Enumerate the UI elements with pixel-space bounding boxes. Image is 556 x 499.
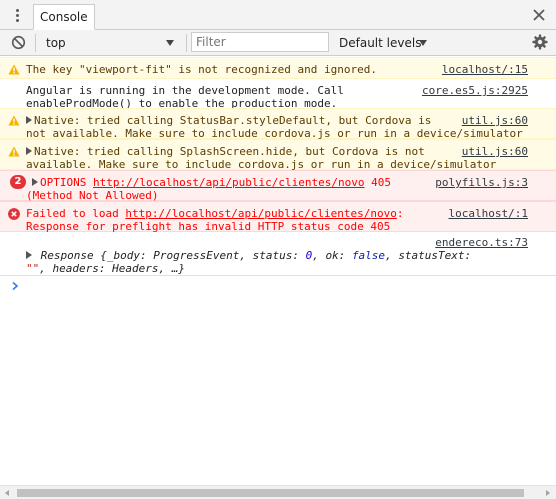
message-line: Native: tried calling SplashScreen.hide,… [34, 145, 425, 158]
chevron-down-icon [419, 40, 427, 46]
drawer-tab-bar: Console [0, 0, 556, 30]
object-value: ProgressEvent [153, 249, 240, 262]
chevron-down-icon [166, 40, 174, 46]
message-source-link[interactable]: util.js:60 [462, 114, 528, 127]
message-prefix: Failed to load [26, 207, 119, 220]
console-message-log[interactable]: endereco.ts:73 Response {_body: Progress… [0, 232, 556, 276]
message-source-link[interactable]: localhost/:15 [442, 63, 528, 76]
console-message-error[interactable]: 2 OPTIONS http://localhost/api/public/cl… [0, 170, 556, 202]
expand-triangle-icon[interactable] [26, 116, 32, 124]
object-key: _body: [106, 249, 147, 262]
object-value: "" [26, 262, 40, 275]
console-toolbar: top Default levels [0, 30, 556, 56]
message-line: Angular is running in the development mo… [26, 84, 344, 97]
expand-triangle-icon[interactable] [26, 147, 32, 155]
message-line: Native: tried calling StatusBar.styleDef… [34, 114, 432, 127]
request-method: OPTIONS [40, 176, 87, 189]
warning-icon [8, 146, 20, 157]
console-message-warning: The key "viewport-fit" is not recognized… [0, 57, 556, 79]
close-icon[interactable] [531, 7, 547, 23]
object-value: false [351, 249, 386, 262]
gear-icon[interactable] [532, 34, 548, 50]
request-url-link[interactable]: http://localhost/api/public/clientes/nov… [93, 176, 365, 189]
toolbar-divider [186, 34, 187, 52]
console-prompt-icon[interactable] [10, 281, 20, 291]
message-source-link[interactable]: core.es5.js:2925 [422, 84, 528, 97]
message-text: Native: tried calling SplashScreen.hide,… [26, 145, 530, 171]
message-source-link[interactable]: polyfills.js:3 [435, 176, 528, 189]
message-suffix: : [396, 207, 404, 220]
status-code: 405 [371, 176, 392, 189]
object-key: headers: [52, 262, 106, 275]
log-levels-label: Default levels [339, 36, 422, 50]
log-levels-dropdown[interactable]: Default levels [339, 33, 435, 53]
scrollbar-thumb[interactable] [17, 489, 524, 497]
horizontal-scrollbar[interactable] [0, 485, 556, 499]
expand-triangle-icon[interactable] [26, 251, 32, 259]
message-source-link[interactable]: localhost/:1 [449, 207, 528, 220]
console-message-info: Angular is running in the development mo… [0, 79, 556, 110]
expand-triangle-icon[interactable] [32, 178, 38, 186]
toolbar-divider [35, 34, 36, 52]
request-url-link[interactable]: http://localhost/api/public/clientes/nov… [125, 207, 397, 220]
console-message-warning[interactable]: Native: tried calling SplashScreen.hide,… [0, 139, 556, 171]
filter-input[interactable] [191, 32, 329, 52]
object-key: statusText: [398, 249, 472, 262]
context-label: top [46, 36, 66, 50]
message-text: Native: tried calling StatusBar.styleDef… [26, 114, 530, 140]
object-key: ok: [325, 249, 346, 262]
warning-icon [8, 64, 20, 75]
console-message-warning[interactable]: Native: tried calling StatusBar.styleDef… [0, 108, 556, 140]
object-class: Response [40, 249, 94, 262]
tab-console[interactable]: Console [33, 4, 95, 30]
object-preview: Response {_body: ProgressEvent, status: … [26, 249, 472, 275]
message-source-link[interactable]: util.js:60 [462, 145, 528, 158]
repeat-count-badge: 2 [10, 175, 26, 189]
object-value: Headers [112, 262, 159, 275]
more-options-icon[interactable] [10, 7, 26, 23]
object-ellipsis: …} [171, 262, 185, 275]
clear-console-icon[interactable] [11, 35, 26, 50]
scroll-right-icon[interactable] [546, 490, 550, 496]
console-message-error: Failed to load http://localhost/api/publ… [0, 201, 556, 233]
warning-icon [8, 115, 20, 126]
object-key: status: [252, 249, 299, 262]
message-source-link[interactable]: endereco.ts:73 [435, 236, 528, 249]
scroll-left-icon[interactable] [5, 490, 9, 496]
error-icon [8, 208, 20, 220]
context-selector[interactable]: top [40, 33, 180, 53]
